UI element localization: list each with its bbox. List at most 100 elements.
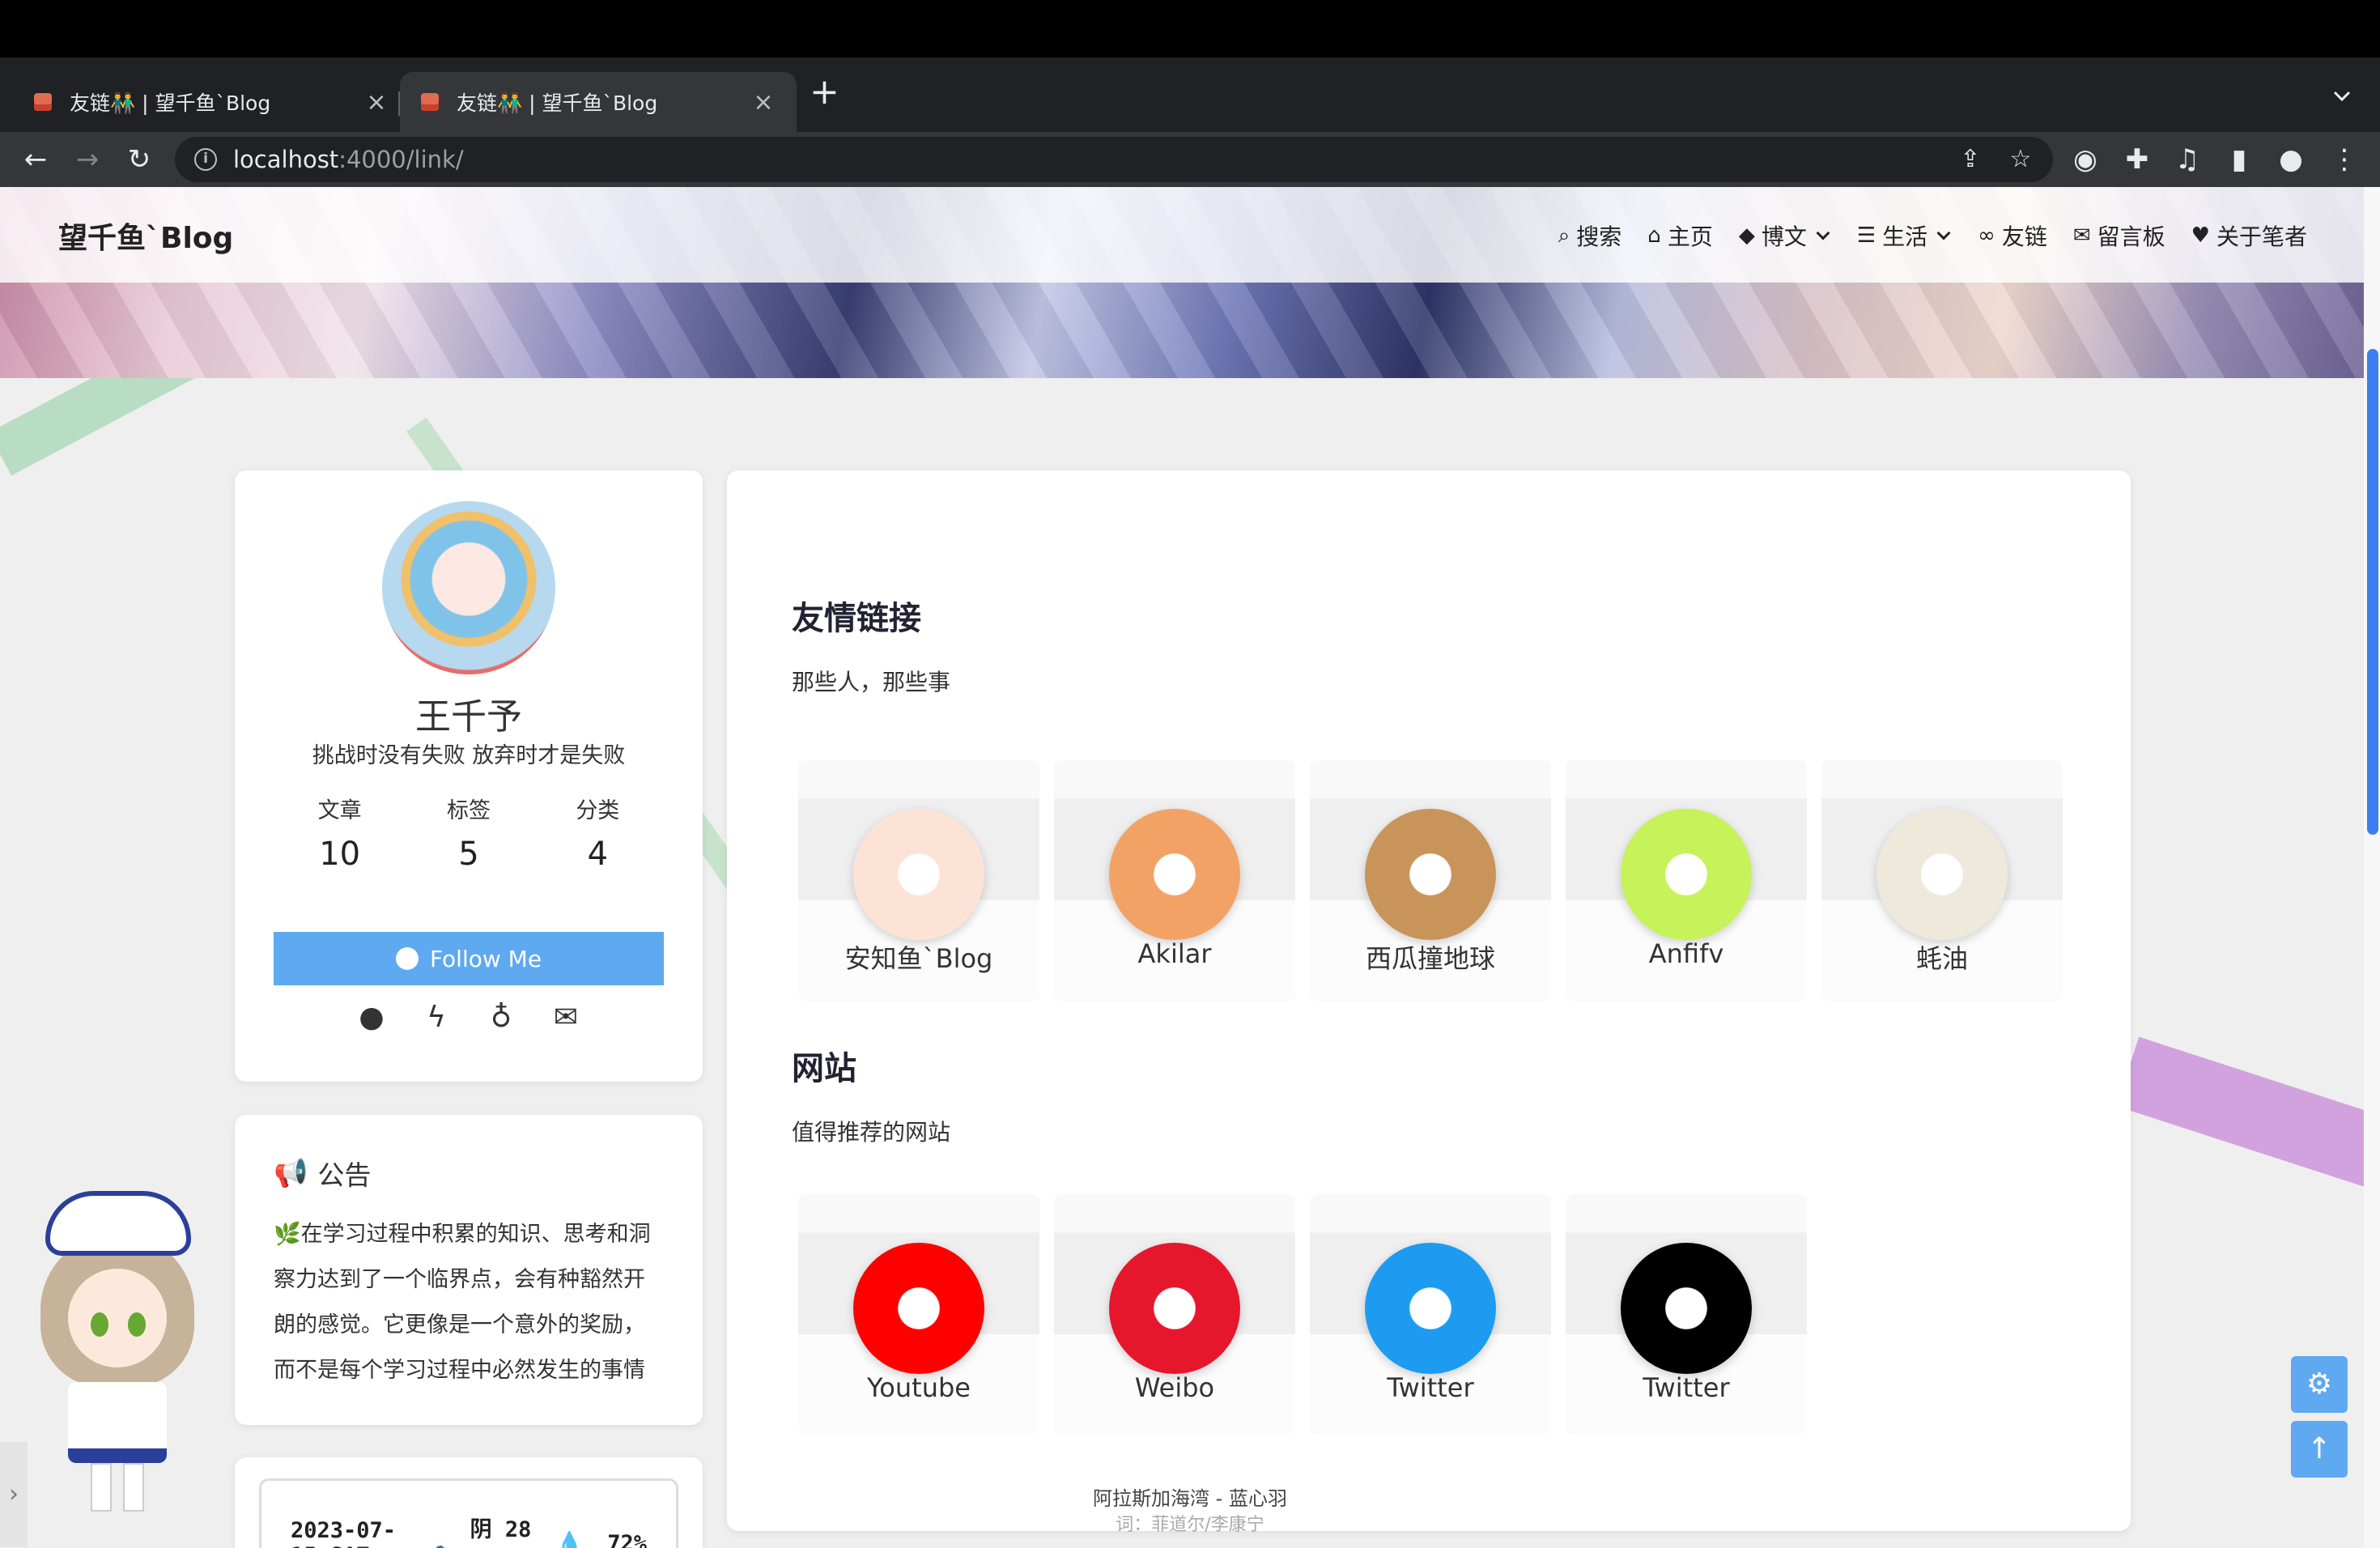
back-arrow-icon[interactable]: ←: [19, 143, 52, 176]
friend-name: 安知鱼`Blog: [844, 943, 993, 974]
site-avatar: [853, 1243, 984, 1374]
mascot-eye: [91, 1312, 108, 1337]
github-icon[interactable]: ●: [355, 1002, 388, 1034]
stat-value: 5: [458, 836, 479, 873]
site-title[interactable]: 望千鱼`Blog: [58, 215, 233, 257]
site-info-icon[interactable]: i: [194, 148, 217, 171]
mascot-hat: [45, 1191, 191, 1256]
friend-card[interactable]: Anfifv: [1566, 760, 1807, 1002]
profile-card: 王千予 挑战时没有失败 放弃时才是失败 文章 10 标签 5 分类 4 Foll…: [235, 470, 703, 1082]
stat-categories[interactable]: 分类 4: [541, 793, 654, 873]
friend-name: Anfifv: [1648, 938, 1724, 969]
sidebar-toggle-chevron-icon[interactable]: ›: [0, 1442, 28, 1547]
stat-label: 标签: [446, 798, 491, 823]
friend-card[interactable]: 蚝油: [1821, 760, 2063, 1002]
os-menu-bar: [0, 0, 2380, 57]
nav-life[interactable]: ☰ 生活: [1857, 219, 1952, 252]
megaphone-icon: 📢: [274, 1157, 308, 1189]
announcement-title: 公告: [317, 1159, 372, 1191]
nav-posts[interactable]: ◆ 博文: [1739, 219, 1831, 252]
nav-about[interactable]: ♥ 关于笔者: [2191, 219, 2307, 252]
site-card[interactable]: Twitter: [1566, 1194, 1807, 1435]
nav-label: 生活: [1882, 223, 1928, 250]
kebab-menu-icon[interactable]: ⋮: [2328, 143, 2361, 176]
nav-label: 关于笔者: [2216, 223, 2307, 250]
background-ribbon: [2116, 1036, 2380, 1192]
site-avatar: [1621, 1243, 1752, 1374]
site-avatar: [1109, 1243, 1240, 1374]
scrollbar-thumb[interactable]: [2367, 349, 2378, 835]
friend-name: 蚝油: [1915, 943, 1968, 974]
address-bar[interactable]: i localhost:4000/link/ ⇪ ☆: [175, 137, 2053, 182]
nav-menu: ⌕ 搜索 ⌂ 主页 ◆ 博文 ☰ 生活 ∞ 友链 ✉ 留言板 ♥ 关于笔者: [1558, 219, 2307, 252]
friend-name: 西瓜撞地球: [1365, 943, 1495, 974]
chevron-down-icon[interactable]: [2330, 84, 2354, 108]
account-icon[interactable]: ●: [2275, 143, 2307, 176]
stat-tags[interactable]: 标签 5: [412, 793, 525, 873]
stat-posts[interactable]: 文章 10: [283, 793, 397, 873]
nav-label: 友链: [2001, 223, 2047, 250]
url-path: :4000/link/: [338, 146, 464, 173]
site-name: Twitter: [1643, 1372, 1730, 1403]
search-icon: ⌕: [1558, 223, 1570, 248]
friend-card[interactable]: Akilar: [1054, 760, 1295, 1002]
close-icon[interactable]: ×: [364, 88, 389, 117]
announcement-body: 🌿在学习过程中积累的知识、思考和洞察力达到了一个临界点，会有种豁然开朗的感觉。它…: [274, 1222, 651, 1383]
mascot-eye: [128, 1312, 146, 1337]
nav-label: 主页: [1667, 223, 1713, 250]
envelope-icon[interactable]: ✉: [550, 1002, 582, 1034]
side-panel-icon[interactable]: ▮: [2223, 143, 2255, 176]
url-host: localhost: [233, 146, 339, 173]
mascot-leg: [91, 1463, 112, 1512]
envelope-icon: ✉: [2072, 223, 2091, 248]
sites-grid: Youtube Weibo Twitter Twitter: [798, 1194, 1807, 1435]
section-title-friends: 友情链接: [792, 600, 921, 637]
lightbulb-icon[interactable]: ♁: [485, 1002, 517, 1034]
nav-home[interactable]: ⌂ 主页: [1647, 219, 1713, 252]
github-icon: [395, 947, 419, 970]
friend-avatar: [853, 809, 984, 940]
friend-avatar: [1876, 809, 2008, 940]
section-title-sites: 网站: [792, 1050, 856, 1087]
stat-value: 4: [587, 836, 609, 873]
extension-profile-icon[interactable]: ◉: [2069, 143, 2102, 176]
home-icon: ⌂: [1647, 223, 1661, 248]
tab-1[interactable]: 友链👬 | 望千鱼`Blog ×: [13, 72, 410, 132]
nav-search[interactable]: ⌕ 搜索: [1558, 219, 1622, 252]
lightning-icon[interactable]: ϟ: [420, 1002, 453, 1034]
now-playing-title: 阿拉斯加海湾 - 蓝心羽: [1093, 1487, 1287, 1510]
live2d-mascot[interactable]: [32, 1191, 202, 1515]
nav-label: 留言板: [2097, 223, 2165, 250]
site-card[interactable]: Youtube: [798, 1194, 1039, 1435]
friend-card[interactable]: 安知鱼`Blog: [798, 760, 1039, 1002]
mascot-leg: [123, 1463, 144, 1512]
friend-avatar: [1621, 809, 1752, 940]
site-navbar: 望千鱼`Blog ⌕ 搜索 ⌂ 主页 ◆ 博文 ☰ 生活 ∞ 友链 ✉ 留言板 ♥ 关于笔者: [0, 187, 2364, 283]
settings-gear-icon[interactable]: ⚙: [2291, 1356, 2348, 1413]
site-card[interactable]: Weibo: [1054, 1194, 1295, 1435]
stat-label: 分类: [576, 798, 620, 823]
friend-card[interactable]: 西瓜撞地球: [1310, 760, 1551, 1002]
mascot-body: [68, 1382, 167, 1463]
heart-icon: ♥: [2191, 223, 2210, 248]
media-queue-icon[interactable]: ♫: [2171, 143, 2204, 176]
forward-arrow-icon[interactable]: →: [71, 143, 104, 176]
bookmark-star-icon[interactable]: ☆: [2006, 145, 2035, 174]
reload-icon[interactable]: ↻: [123, 143, 155, 176]
puzzle-extensions-icon[interactable]: ✚: [2121, 143, 2153, 176]
nav-guestbook[interactable]: ✉ 留言板: [2073, 219, 2165, 252]
section-desc-sites: 值得推荐的网站: [792, 1119, 951, 1146]
back-to-top-icon[interactable]: ↑: [2291, 1421, 2348, 1478]
friend-avatar: [1109, 809, 1240, 940]
close-icon[interactable]: ×: [751, 88, 776, 117]
stat-value: 10: [319, 836, 361, 873]
share-icon[interactable]: ⇪: [1956, 145, 1985, 174]
site-card[interactable]: Twitter: [1310, 1194, 1551, 1435]
follow-me-button[interactable]: Follow Me: [274, 932, 664, 985]
plus-icon[interactable]: +: [810, 74, 839, 110]
tab-2[interactable]: 友链👬 | 望千鱼`Blog ×: [400, 72, 797, 132]
nav-links[interactable]: ∞ 友链: [1978, 219, 2047, 252]
page-viewport: 望千鱼`Blog ⌕ 搜索 ⌂ 主页 ◆ 博文 ☰ 生活 ∞ 友链 ✉ 留言板 ♥ 关于笔者 …: [0, 187, 2380, 1548]
site-name: Weibo: [1134, 1372, 1215, 1403]
nav-label: 博文: [1761, 223, 1807, 250]
